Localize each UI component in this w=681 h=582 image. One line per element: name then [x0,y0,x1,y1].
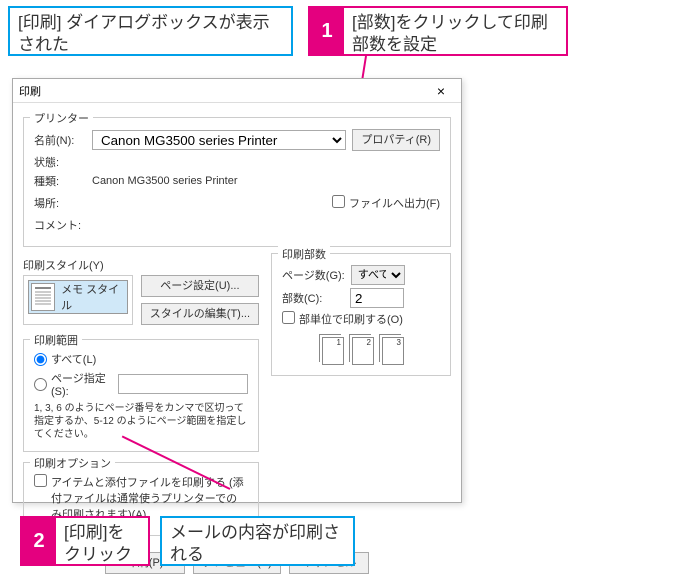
printer-group: プリンター 名前(N): Canon MG3500 series Printer… [23,117,451,247]
pages-select[interactable]: すべて [351,265,405,285]
style-edit-button[interactable]: スタイルの編集(T)... [141,303,259,325]
where-label: 場所: [34,195,86,211]
print-to-file-label: ファイルへ出力(F) [349,195,440,211]
range-pages-radio[interactable] [34,378,47,391]
count-label: 部数(C): [282,290,344,306]
range-pages-row[interactable]: ページ指定(S): [34,370,248,398]
titlebar: 印刷 × [13,79,461,103]
printer-group-title: プリンター [30,110,93,126]
print-to-file-row[interactable]: ファイルへ出力(F) [332,195,440,211]
collate-row[interactable]: 部単位で印刷する(O) [282,311,440,327]
callout-result: メールの内容が印刷される [160,516,355,566]
close-icon[interactable]: × [427,83,455,99]
step-text-1: [部数]をクリックして印刷部数を設定 [344,8,566,54]
range-all-radio[interactable] [34,353,47,366]
step-number-1: 1 [310,8,344,54]
comment-label: コメント: [34,217,86,233]
type-label: 種類: [34,173,86,189]
type-value: Canon MG3500 series Printer [92,175,238,187]
printer-name-label: 名前(N): [34,132,86,148]
collate-preview: 1 2 3 [282,337,440,365]
callout-dialog-appeared: [印刷] ダイアログボックスが表示された [8,6,293,56]
print-to-file-checkbox[interactable] [332,195,345,208]
copies-group-title: 印刷部数 [278,246,330,262]
printer-name-select[interactable]: Canon MG3500 series Printer [92,130,346,150]
page-setup-button[interactable]: ページ設定(U)... [141,275,259,297]
collate-checkbox[interactable] [282,311,295,324]
copies-input[interactable] [350,288,404,308]
range-all-label: すべて(L) [51,351,96,367]
copies-group: 印刷部数 ページ数(G):すべて 部数(C): 部単位で印刷する(O) 1 2 … [271,253,451,376]
pages-label: ページ数(G): [282,267,345,283]
print-style-label: 印刷スタイル(Y) [23,257,259,273]
attach-label: アイテムと添付ファイルを印刷する (添付ファイルは通常使うプリンターでのみ印刷さ… [51,474,248,522]
status-label: 状態: [34,154,86,170]
step-text-2: [印刷]をクリック [56,518,148,564]
page-icon: 3 [382,337,404,365]
dialog-title: 印刷 [19,83,427,99]
range-pages-label: ページ指定(S): [51,370,114,398]
style-memo-item[interactable]: メモ スタイル [28,280,128,314]
attach-checkbox[interactable] [34,474,47,487]
range-all-row[interactable]: すべて(L) [34,351,248,367]
step-number-2: 2 [22,518,56,564]
page-icon: 1 [322,337,344,365]
print-dialog: 印刷 × プリンター 名前(N): Canon MG3500 series Pr… [12,78,462,503]
callout-step-2: 2 [印刷]をクリック [20,516,150,566]
options-group-title: 印刷オプション [30,455,115,471]
page-icon: 2 [352,337,374,365]
document-icon [31,283,55,311]
range-pages-input[interactable] [118,374,248,394]
callout-step-1: 1 [部数]をクリックして印刷部数を設定 [308,6,568,56]
range-group-title: 印刷範囲 [30,332,82,348]
range-hint: 1, 3, 6 のようにページ番号をカンマで区切って指定するか、5-12 のよう… [34,402,248,441]
properties-button[interactable]: プロパティ(R) [352,129,440,151]
collate-label: 部単位で印刷する(O) [299,311,403,327]
style-memo-label: メモ スタイル [61,281,125,313]
print-range-group: 印刷範囲 すべて(L) ページ指定(S): 1, 3, 6 のようにページ番号を… [23,339,259,452]
